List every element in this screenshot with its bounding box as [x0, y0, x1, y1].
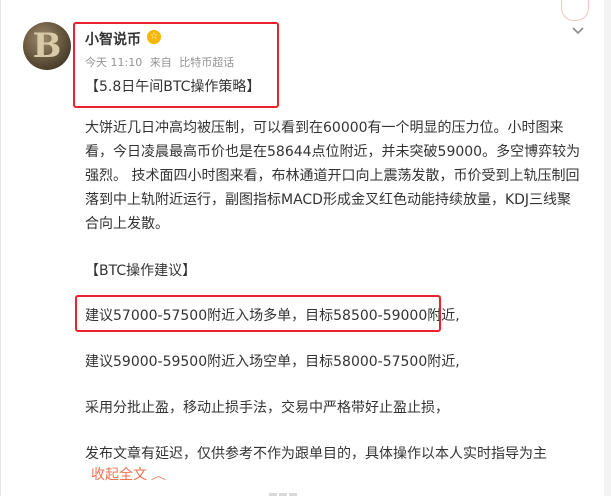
advice-short: 建议59000-59500附近入场空单，目标58000-57500附近,	[85, 354, 460, 370]
collapse-label: 收起全文	[91, 467, 147, 483]
chevron-down-icon[interactable]	[571, 24, 585, 38]
advice-heading: 【BTC操作建议】	[85, 263, 197, 279]
chevron-up-icon: ︿	[150, 469, 167, 482]
weibo-post-card: B 小智说币 ☆ 今天 11:10 来自 比特币超话 【5.8日午间BTC操作策…	[0, 0, 605, 496]
collapse-full-text-link[interactable]: 收起全文 ︿	[91, 464, 167, 484]
stamp-icon	[561, 0, 589, 21]
scrollbar[interactable]	[604, 0, 611, 496]
advice-method: 采用分批止盈，移动止损手法，交易中严格带好止盈止损，	[85, 400, 449, 416]
image-thumbnails[interactable]	[269, 486, 299, 496]
highlight-box-advice	[75, 295, 441, 332]
highlight-box-header	[73, 22, 279, 108]
post-paragraph: 大饼近几日冲高均被压制，可以看到在60000有一个明显的压力位。小时图来看，今日…	[85, 120, 581, 232]
bitcoin-avatar-icon[interactable]: B	[23, 22, 71, 70]
advice-disclaimer: 发布文章有延迟，仅供参考不作为跟单目的，具体操作以本人实时指导为主	[85, 446, 547, 462]
